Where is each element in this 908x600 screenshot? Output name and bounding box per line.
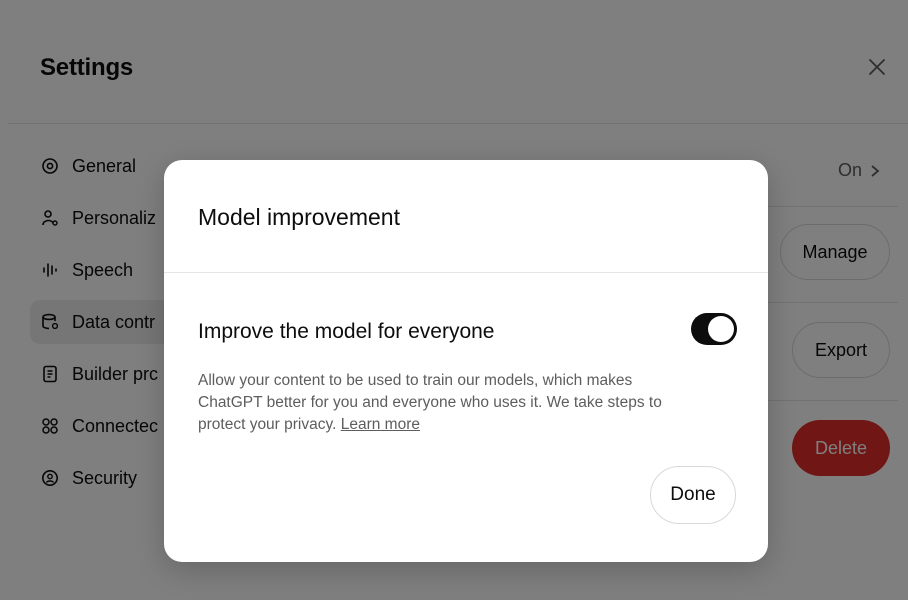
dialog-header: Model improvement [164,160,768,273]
improve-model-toggle[interactable] [691,313,737,345]
done-button[interactable]: Done [650,466,736,524]
dialog-title: Model improvement [198,204,400,230]
improve-model-label: Improve the model for everyone [198,320,495,343]
model-improvement-dialog: Model improvement Improve the model for … [164,160,768,562]
description-text: Allow your content to be used to train o… [198,372,662,433]
learn-more-link[interactable]: Learn more [341,416,420,433]
toggle-knob [708,316,734,342]
improve-model-description: Allow your content to be used to train o… [198,370,678,436]
